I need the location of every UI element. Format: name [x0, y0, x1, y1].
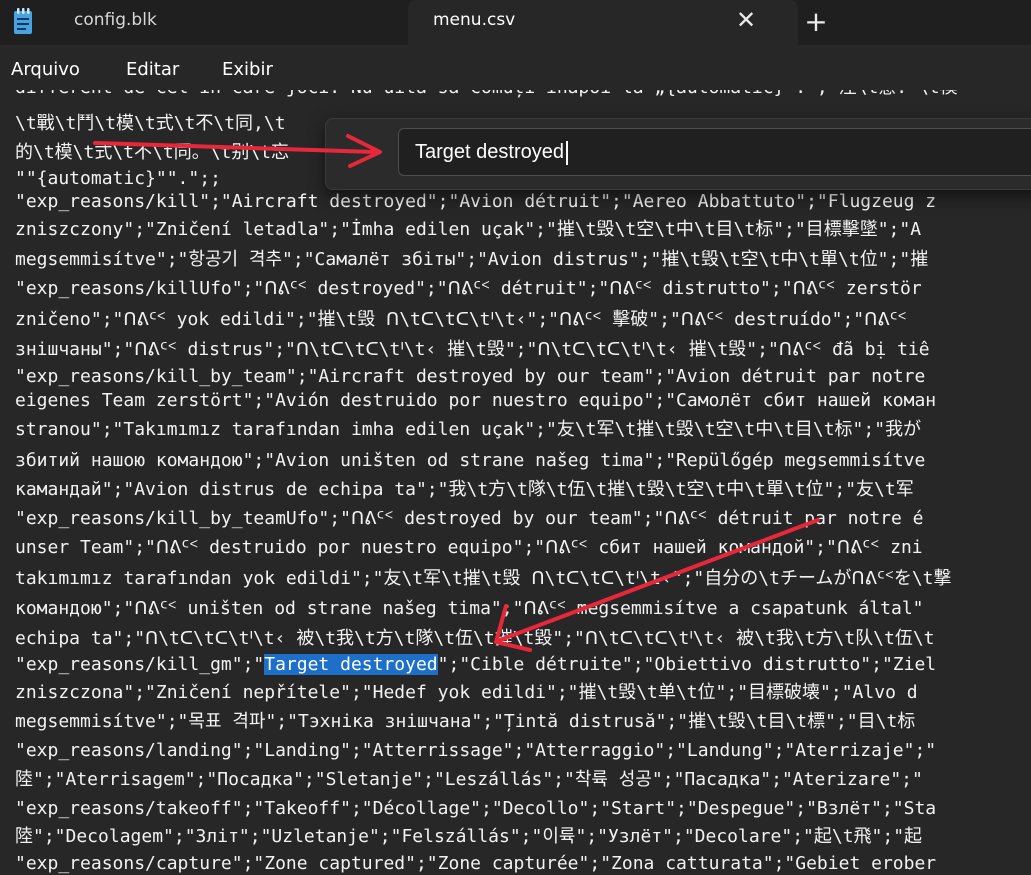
editor-line-matched: "exp_reasons/kill_gm";"Target destroyed"…: [15, 651, 936, 679]
search-highlight: Target destroyed: [264, 654, 438, 675]
editor-line: megsemmisítve";"항공기 격추";"Самалёт збіты";…: [15, 249, 929, 270]
editor-line: megsemmisítve";"목표 격파";"Тэхніка знішчана…: [15, 711, 916, 732]
editor-line: \t戰\t鬥\t模\t式\t不\t同,\t: [15, 113, 286, 134]
editor-line: 陸";"Decolagem";"Зліт";"Uzletanje";"Felsz…: [15, 826, 923, 847]
find-input[interactable]: Target destroyed: [398, 128, 1031, 176]
editor-line: знішчаны";"ᑎᕕᑦᑉ distrus";"ᑎ\tᑕ\tᑕ\tᑊ\t‹ …: [15, 339, 930, 360]
close-tab-button[interactable]: ✕: [733, 7, 759, 33]
menu-editar[interactable]: Editar: [126, 59, 179, 80]
tab-config-blk[interactable]: config.blk: [74, 10, 157, 30]
tab-label: menu.csv: [433, 10, 516, 30]
editor-line: "exp_reasons/killUfo";"ᑎᕕᑦᑉ destroyed";"…: [15, 278, 922, 299]
editor-line: zniszczony";"Zničení letadla";"İmha edil…: [15, 219, 922, 240]
editor-line: different de cel in care joci. Nu uita s…: [15, 90, 958, 102]
tab-label: config.blk: [74, 10, 157, 30]
editor-line: zničeno";"ᑎᕕᑦᑉ yok edildi";"摧\t毁 ᑎ\tᑕ\tᑕ…: [15, 309, 907, 330]
editor-line: "exp_reasons/capture";"Zone captured";"Z…: [15, 853, 937, 874]
editor-line: командою";"ᑎᕕᑦᑉ uništen od strane našeg …: [15, 598, 924, 619]
editor-line: збитий нашою командою";"Avion uništen od…: [15, 450, 926, 471]
editor-line: "exp_reasons/kill";"Aircraft destroyed";…: [15, 191, 937, 212]
editor-line: zniszczona";"Zničení nepřítele";"Hedef y…: [15, 682, 918, 703]
find-panel: Target destroyed: [325, 118, 1031, 190]
menu-arquivo[interactable]: Arquivo: [11, 59, 80, 80]
text-caret: [565, 140, 568, 165]
editor-line: takımımız tarafından yok edildi";"友\t军\t…: [15, 568, 952, 589]
editor-line: "exp_reasons/kill_by_teamUfo";"ᑎᕕᑦᑉ dest…: [15, 508, 924, 529]
editor-line: eigenes Team zerstört";"Avión destruido …: [15, 390, 937, 411]
tab-menu-csv[interactable]: menu.csv ✕: [408, 0, 798, 45]
menu-exibir[interactable]: Exibir: [222, 59, 273, 80]
text-editor[interactable]: different de cel in care joci. Nu uita s…: [0, 90, 1031, 875]
find-input-value: Target destroyed: [415, 141, 564, 163]
close-icon: ✕: [735, 6, 757, 34]
editor-line: камандай";"Avion distrus de echipa ta";"…: [15, 479, 914, 500]
new-tab-button[interactable]: +: [802, 8, 830, 36]
tab-bar: config.blk menu.csv ✕ +: [0, 0, 1031, 45]
editor-line: 陸";"Aterrisagem";"Посадка";"Sletanje";"L…: [15, 769, 923, 790]
menu-bar: Arquivo Editar Exibir: [0, 45, 1031, 90]
editor-line: stranou";"Takımımız tarafından imha edil…: [15, 419, 922, 440]
notepad-icon: [12, 8, 34, 36]
editor-line: 的\t模\t式\t不\t同。\t别\t忘: [15, 142, 290, 163]
line-text: "exp_reasons/kill_gm";": [15, 654, 265, 675]
plus-icon: +: [804, 5, 828, 38]
editor-line: unser Team";"ᑎᕕᑦᑉ destruido por nuestro …: [15, 537, 923, 558]
editor-line: echipa ta";"ᑎ\tᑕ\tᑕ\tᑊ\t‹ 被\t我\t方\t隊\t伍\…: [15, 628, 935, 649]
editor-line: "exp_reasons/takeoff";"Takeoff";"Décolla…: [15, 798, 937, 819]
editor-line: "exp_reasons/landing";"Landing";"Atterri…: [15, 740, 937, 761]
line-text: ";"Cible détruite";"Obiettivo distrutto"…: [437, 654, 937, 675]
